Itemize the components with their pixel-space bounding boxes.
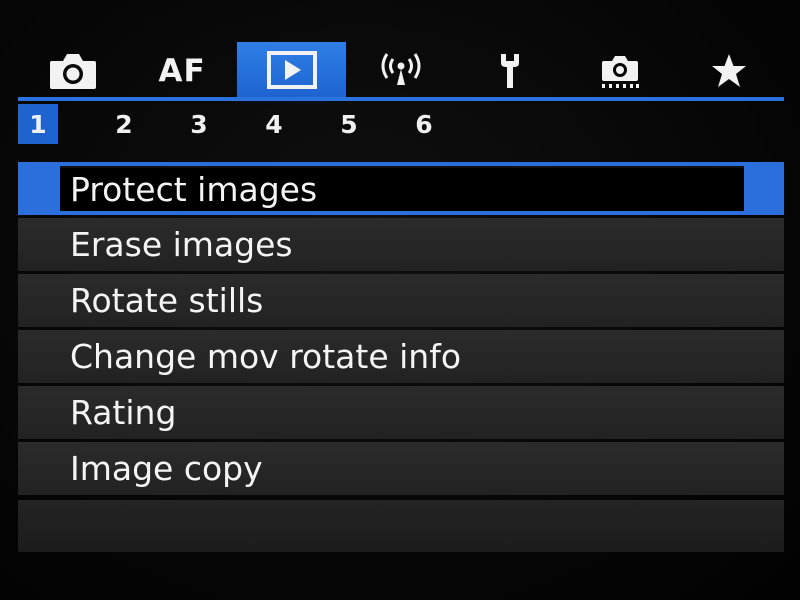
menu-tab-bar: AF	[18, 42, 784, 98]
page-1[interactable]: 1	[18, 104, 58, 144]
menu-item-change-mov-rotate-info[interactable]: Change mov rotate info	[18, 330, 784, 383]
menu-item-label: Protect images	[70, 170, 318, 209]
play-icon	[266, 50, 318, 90]
tab-setup[interactable]	[456, 44, 565, 98]
page-6[interactable]: 6	[404, 104, 444, 144]
tab-my-menu[interactable]	[675, 44, 784, 98]
camera-menu-screen: AF 1 2 3 4 5 6 Protect images Erase imag…	[0, 0, 800, 600]
menu-item-rotate-stills[interactable]: Rotate stills	[18, 274, 784, 327]
tab-af-label: AF	[158, 53, 206, 89]
star-icon	[709, 51, 749, 91]
page-2[interactable]: 2	[104, 104, 144, 144]
menu-item-label: Rating	[70, 393, 177, 432]
wrench-icon	[493, 51, 527, 91]
selection-cursor: Protect images	[60, 166, 744, 211]
menu-empty-row	[18, 500, 784, 552]
menu-item-rating[interactable]: Rating	[18, 386, 784, 439]
tab-af[interactable]: AF	[127, 44, 236, 98]
menu-item-protect-images[interactable]: Protect images	[18, 162, 784, 215]
tab-custom-functions[interactable]	[565, 44, 674, 98]
page-5[interactable]: 5	[329, 104, 369, 144]
menu-item-label: Erase images	[70, 225, 293, 264]
page-4[interactable]: 4	[254, 104, 294, 144]
camera-icon	[48, 51, 98, 91]
page-number-row: 1 2 3 4 5 6	[18, 104, 784, 144]
tab-shooting[interactable]	[18, 44, 127, 98]
menu-item-label: Rotate stills	[70, 281, 264, 320]
tab-playback[interactable]	[236, 42, 347, 98]
tab-underline	[18, 97, 784, 101]
custom-camera-icon	[598, 51, 642, 91]
tab-wireless[interactable]	[346, 44, 455, 98]
menu-list: Protect images Erase images Rotate still…	[18, 162, 784, 498]
menu-item-label: Change mov rotate info	[70, 337, 462, 376]
menu-item-label: Image copy	[70, 449, 263, 488]
menu-item-erase-images[interactable]: Erase images	[18, 218, 784, 271]
page-3[interactable]: 3	[179, 104, 219, 144]
wireless-icon	[379, 51, 423, 91]
menu-item-image-copy[interactable]: Image copy	[18, 442, 784, 495]
